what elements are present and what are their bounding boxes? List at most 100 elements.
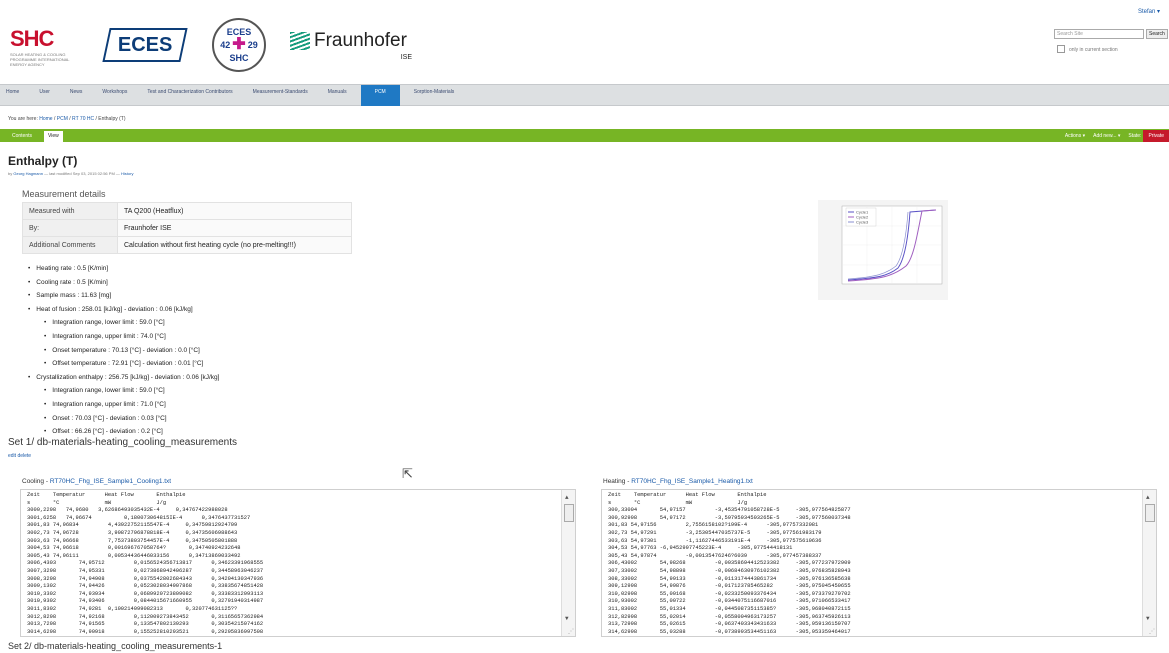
list-item: Integration range, lower limit : 59.0 [°… bbox=[28, 384, 219, 398]
list-item: Heating rate : 0.5 [K/min] bbox=[28, 262, 219, 276]
data-line: 3013,7298 74,91565 0,133547802139293 0,3… bbox=[27, 621, 264, 628]
measurement-details-heading: Measurement details bbox=[22, 189, 106, 199]
detail-key: Additional Comments bbox=[22, 236, 118, 254]
data-line: 311,83002 55,01334 -0,044508735115385? -… bbox=[608, 605, 851, 612]
detail-value: TA Q200 (Heatflux) bbox=[117, 202, 352, 220]
nav-item-workshops[interactable]: Workshops bbox=[96, 85, 133, 106]
annex-logo-middle: 42 ✚ 29 bbox=[220, 37, 257, 53]
breadcrumb-rt70-link[interactable]: RT 70 HC bbox=[72, 116, 94, 122]
data-line: 303,63 54,97301 -1,11627446533191E-4 -30… bbox=[608, 537, 822, 544]
table-row: Measured with TA Q200 (Heatflux) bbox=[22, 202, 352, 220]
cross-icon: ✚ bbox=[232, 36, 246, 53]
detail-value: Calculation without first heating cycle … bbox=[117, 236, 352, 254]
breadcrumb-prefix: You are here: bbox=[8, 116, 38, 122]
eces-logo-text: ECES bbox=[117, 33, 173, 56]
breadcrumb-home-link[interactable]: Home bbox=[39, 116, 52, 122]
list-item: Crystallization enthalpy : 256.75 [kJ/kg… bbox=[28, 371, 219, 385]
heating-file-link[interactable]: RT70HC_Fhg_ISE_Sample1_Heating1.txt bbox=[631, 478, 753, 485]
edit-toolbar: Contents View Actions ▾ Add new... ▾ Sta… bbox=[0, 129, 1169, 142]
data-line: 307,33002 54,98898 -0,00684630976102382 … bbox=[608, 567, 851, 574]
current-section-label: only in current section bbox=[1069, 47, 1118, 53]
list-item: Onset temperature : 70.13 [°C] - deviati… bbox=[28, 344, 219, 358]
heating-prefix: Heating - bbox=[603, 478, 630, 485]
scroll-up-icon[interactable]: ▲ bbox=[565, 494, 569, 501]
breadcrumb-current: Enthalpy (T) bbox=[98, 116, 126, 122]
nav-item-user[interactable]: User bbox=[33, 85, 56, 106]
set1-heading: Set 1/ db-materials-heating_cooling_meas… bbox=[8, 437, 238, 448]
set2-heading: Set 2/ db-materials-heating_cooling_meas… bbox=[8, 641, 223, 651]
data-line: 3004,53 74,96618 0,001696767058764? 0,34… bbox=[27, 545, 241, 552]
eces-logo[interactable]: ECES bbox=[102, 28, 188, 62]
scroll-thumb[interactable] bbox=[1145, 504, 1155, 522]
list-item: Cooling rate : 0.5 [K/min] bbox=[28, 276, 219, 290]
data-line: 309,12998 54,99876 -0,017123785465282 -3… bbox=[608, 583, 851, 590]
nav-item-home[interactable]: Home bbox=[0, 85, 25, 106]
data-line: 313,72998 55,02615 -0,0637403343431633 -… bbox=[608, 621, 851, 628]
edit-link[interactable]: edit bbox=[8, 453, 16, 459]
breadcrumb-pcm-link[interactable]: PCM bbox=[57, 116, 68, 122]
cooling-data-textarea[interactable]: Zeit Temperatur Heat Flow Enthalpie s °C … bbox=[20, 489, 576, 637]
data-line: 3010,3302 74,93934 0,0689920723809082 0,… bbox=[27, 590, 264, 597]
data-line: 306,43002 54,98268 -0,00358694412523382 … bbox=[608, 560, 851, 567]
fraunhofer-logo[interactable]: Fraunhofer ISE bbox=[290, 28, 420, 64]
resize-grip-icon[interactable]: ⋰ bbox=[568, 628, 574, 635]
nav-item-news[interactable]: News bbox=[64, 85, 89, 106]
annex-logo-bottom: SHC bbox=[229, 53, 249, 63]
history-link[interactable]: History bbox=[121, 171, 133, 176]
state-label: State: bbox=[1128, 132, 1142, 139]
scrollbar[interactable]: ▲ ▼ bbox=[561, 490, 575, 636]
nav-item-contributors[interactable]: Test and Characterization Contributors bbox=[141, 85, 238, 106]
state-menu[interactable]: Private bbox=[1143, 129, 1169, 142]
scroll-thumb[interactable] bbox=[564, 504, 574, 522]
tab-view[interactable]: View bbox=[44, 131, 63, 142]
data-line: 3001,83 74,96834 4,43922752115547E-4 0,3… bbox=[27, 522, 238, 529]
scroll-up-icon[interactable]: ▲ bbox=[1146, 494, 1150, 501]
heating-file-title: Heating - RT70HC_Fhg_ISE_Sample1_Heating… bbox=[603, 478, 753, 485]
actions-menu[interactable]: Actions ▾ bbox=[1065, 133, 1085, 139]
resize-grip-icon[interactable]: ⋰ bbox=[1149, 628, 1155, 635]
nav-item-pcm[interactable]: PCM bbox=[360, 85, 400, 106]
data-line: s °C mW J/g bbox=[608, 499, 748, 506]
enthalpy-plot-image[interactable]: Cycle1 Cycle2 Cycle3 bbox=[818, 200, 948, 300]
toolbar-actions: Actions ▾ Add new... ▾ State: Private bbox=[1065, 129, 1169, 142]
search-input[interactable]: Search Site bbox=[1054, 29, 1144, 39]
detail-key: By: bbox=[22, 219, 118, 237]
data-line: 3009,1302 74,94426 0,0523028034907868 0,… bbox=[27, 583, 264, 590]
measurement-details-table: Measured with TA Q200 (Heatflux) By: Fra… bbox=[22, 202, 352, 254]
nav-item-sorption[interactable]: Sorption-Materials bbox=[408, 85, 461, 106]
delete-link[interactable]: delete bbox=[17, 453, 31, 459]
add-new-menu[interactable]: Add new... ▾ bbox=[1093, 133, 1120, 139]
data-line: 312,82998 55,02014 -0,0558004963173257 -… bbox=[608, 613, 851, 620]
shc-logo[interactable]: SHC SOLAR HEATING & COOLING PROGRAMME IN… bbox=[10, 26, 80, 67]
data-line: 3001,6258 74,96674 0,180073064815IE-4 0,… bbox=[27, 514, 251, 521]
nav-item-standards[interactable]: Measurement-Standards bbox=[247, 85, 314, 106]
page-title: Enthalpy (T) bbox=[8, 154, 78, 168]
eces-annex-logo[interactable]: ECES 42 ✚ 29 SHC bbox=[212, 18, 266, 72]
scrollbar[interactable]: ▲ ▼ bbox=[1142, 490, 1156, 636]
data-line: 3007,3298 74,95331 0,0273868942406287 0,… bbox=[27, 567, 264, 574]
search-button[interactable]: Search bbox=[1146, 29, 1168, 39]
list-item: Integration range, upper limit : 71.0 [°… bbox=[28, 398, 219, 412]
annex-logo-right: 29 bbox=[247, 40, 258, 50]
fraunhofer-mark-icon bbox=[290, 32, 310, 50]
byline-modified: — last modified Sep 03, 2015 02:56 PM — bbox=[44, 171, 120, 176]
breadcrumb-separator: / bbox=[95, 116, 97, 122]
byline-author-link[interactable]: Georg Hagmann bbox=[13, 171, 43, 176]
data-line: 300,92998 54,97172 -3,59795934503265E-5 … bbox=[608, 514, 851, 521]
user-menu[interactable]: Stefan ▾ bbox=[1138, 8, 1160, 15]
nav-item-manuals[interactable]: Manuals bbox=[322, 85, 353, 106]
cooling-prefix: Cooling - bbox=[22, 478, 49, 485]
scroll-down-icon[interactable]: ▼ bbox=[1146, 615, 1150, 622]
table-row: Additional Comments Calculation without … bbox=[22, 236, 352, 254]
data-line: 3014,6298 74,90918 0,155252810293521 0,2… bbox=[27, 628, 264, 635]
current-section-checkbox[interactable] bbox=[1057, 45, 1065, 53]
tab-contents[interactable]: Contents bbox=[8, 131, 36, 142]
set1-actions: edit delete bbox=[8, 453, 31, 459]
data-line: 304,53 54,97763 -6,9452997745223E-4 -305… bbox=[608, 545, 793, 552]
scroll-down-icon[interactable]: ▼ bbox=[565, 615, 569, 622]
detail-key: Measured with bbox=[22, 202, 118, 220]
data-line: 3000,2298 74,9680 3,62686493035432E-4 0,… bbox=[27, 507, 228, 514]
heating-data-textarea[interactable]: Zeit Temperatur Heat Flow Enthalpie s °C … bbox=[601, 489, 1157, 637]
cooling-file-link[interactable]: RT70HC_Fhg_ISE_Sample1_Cooling1.txt bbox=[50, 478, 171, 485]
shc-logo-subtitle: SOLAR HEATING & COOLING PROGRAMME INTERN… bbox=[10, 52, 70, 67]
